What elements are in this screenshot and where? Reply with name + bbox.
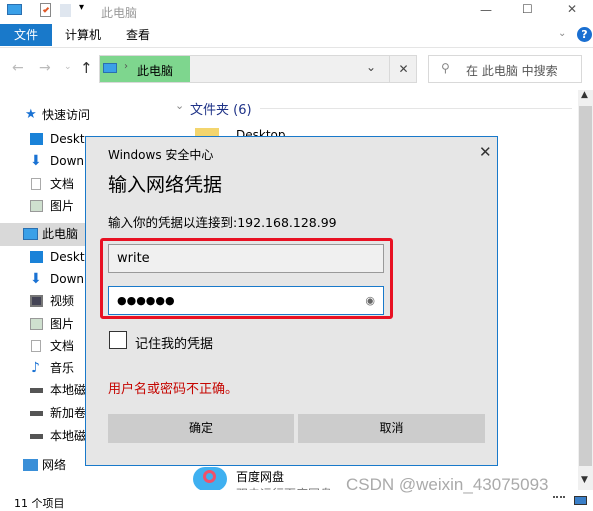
network-icon	[23, 459, 38, 471]
group-collapse-icon[interactable]: ⌄	[175, 99, 184, 112]
drive-icon	[30, 411, 43, 416]
group-divider	[260, 108, 572, 109]
star-icon: ★	[25, 107, 37, 122]
download-icon: ⬇	[30, 153, 42, 169]
credentials-dialog: Windows 安全中心 ✕ 输入网络凭据 输入你的凭据以连接到:192.168…	[85, 136, 498, 466]
username-field[interactable]: write	[108, 244, 384, 273]
ok-button[interactable]: 确定	[108, 414, 294, 443]
dialog-app-title: Windows 安全中心	[108, 148, 214, 162]
computer-icon	[103, 63, 117, 73]
scroll-thumb[interactable]	[579, 106, 592, 466]
clear-address-button[interactable]: ✕	[389, 56, 417, 82]
desktop-icon	[30, 251, 43, 263]
dialog-heading: 输入网络凭据	[108, 174, 223, 196]
download-icon: ⬇	[30, 271, 42, 287]
computer-icon	[23, 228, 38, 240]
address-dropdown-icon[interactable]: ⌄	[366, 60, 376, 74]
nav-quick-access[interactable]: ★ 快速访问	[0, 104, 168, 126]
scroll-up-icon[interactable]: ▲	[581, 90, 588, 100]
error-message: 用户名或密码不正确。	[108, 382, 239, 397]
breadcrumb-separator-icon: ›	[124, 61, 128, 72]
tab-file[interactable]: 文件	[0, 24, 52, 46]
group-header: 文件夹 (6)	[190, 103, 252, 118]
pictures-icon	[30, 318, 43, 330]
search-icon: ⚲	[441, 61, 450, 75]
pictures-icon	[30, 200, 43, 212]
window-title: 此电脑	[101, 6, 138, 20]
watermark: CSDN @weixin_43075093	[346, 475, 549, 494]
back-button[interactable]: ←	[12, 60, 24, 76]
customize-quick-access-icon[interactable]: ▾	[79, 2, 84, 13]
close-button[interactable]: ✕	[567, 2, 577, 16]
drive-icon	[30, 388, 43, 393]
dialog-description: 输入你的凭据以连接到:192.168.128.99	[108, 215, 337, 230]
remember-checkbox[interactable]	[109, 331, 127, 349]
minimize-button[interactable]: —	[480, 3, 492, 17]
vertical-scrollbar[interactable]: ▲ ▼	[578, 90, 593, 490]
new-folder-icon[interactable]	[60, 4, 71, 17]
password-field[interactable]: ●●●●●● ◉	[108, 286, 384, 315]
up-button[interactable]: ↑	[80, 59, 93, 77]
document-icon	[31, 340, 41, 352]
breadcrumb-this-pc[interactable]: 此电脑	[137, 62, 173, 79]
title-bar: ▾ 此电脑 — ☐ ✕	[0, 0, 593, 24]
forward-button[interactable]: →	[39, 60, 51, 76]
baidu-netdisk-icon	[193, 467, 227, 491]
maximize-button[interactable]: ☐	[522, 2, 533, 16]
dialog-close-button[interactable]: ✕	[479, 143, 492, 161]
drive-icon	[30, 434, 43, 439]
reveal-password-icon[interactable]: ◉	[365, 287, 375, 314]
help-icon[interactable]: ?	[577, 27, 592, 42]
desktop-icon	[30, 133, 43, 145]
details-view-icon[interactable]	[553, 496, 565, 505]
large-icons-view-icon[interactable]	[574, 496, 587, 505]
expand-ribbon-icon[interactable]: ⌄	[558, 28, 566, 39]
cancel-button[interactable]: 取消	[298, 414, 485, 443]
search-box[interactable]: ⚲ 在 此电脑 中搜索	[428, 55, 582, 83]
properties-icon[interactable]	[40, 3, 51, 17]
tab-view[interactable]: 查看	[116, 24, 160, 46]
computer-icon	[7, 4, 22, 15]
music-icon: ♪	[31, 360, 40, 376]
app-name[interactable]: 百度网盘	[236, 468, 284, 485]
status-items-count: 11 个项目	[14, 497, 65, 510]
scroll-down-icon[interactable]: ▼	[581, 475, 588, 485]
document-icon	[31, 178, 41, 190]
search-placeholder: 在 此电脑 中搜索	[466, 64, 558, 78]
video-icon	[30, 295, 43, 307]
tab-computer[interactable]: 计算机	[58, 24, 108, 46]
recent-locations-icon[interactable]: ⌄	[64, 62, 72, 72]
ribbon: 文件 计算机 查看 ⌄ ?	[0, 24, 593, 48]
address-bar[interactable]: › 此电脑 ⌄ ✕	[99, 55, 417, 83]
remember-label[interactable]: 记住我的凭据	[135, 333, 213, 352]
